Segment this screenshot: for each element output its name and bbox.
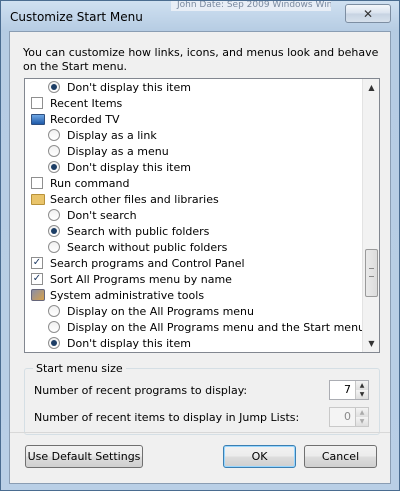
checkbox[interactable] (31, 97, 43, 109)
option-row[interactable]: Don't display this item (48, 79, 191, 95)
option-label: Don't search (67, 208, 137, 222)
scroll-thumb[interactable] (365, 249, 378, 297)
divider (10, 432, 390, 433)
dialog-body: You can customize how links, icons, and … (9, 31, 391, 484)
radio-button[interactable] (48, 81, 60, 93)
option-label: Search without public folders (67, 240, 228, 254)
radio-button[interactable] (48, 241, 60, 253)
tv-icon (31, 113, 45, 125)
scroll-up-icon: ▲ (368, 83, 375, 92)
option-row[interactable]: Recorded TV (31, 111, 120, 127)
option-row[interactable]: ✓ Search programs and Control Panel (31, 255, 245, 271)
option-row[interactable]: Display on the All Programs menu (48, 303, 254, 319)
list-scrollbar[interactable]: ▲ ▼ (362, 79, 379, 352)
recent-programs-value[interactable]: 7 (330, 381, 355, 399)
options-list[interactable]: Don't display this item Recent Items Recor… (24, 78, 380, 353)
spin-up-icon[interactable]: ▲ (356, 381, 368, 390)
option-row[interactable]: Recent Items (31, 95, 122, 111)
radio-button[interactable] (48, 145, 60, 157)
option-label: Recent Items (50, 96, 123, 110)
radio-button[interactable] (48, 129, 60, 141)
option-label: System administrative tools (50, 288, 205, 302)
ok-button[interactable]: OK (223, 445, 296, 468)
close-button[interactable]: ✕ (345, 4, 391, 23)
tools-icon (31, 289, 45, 301)
use-default-settings-button[interactable]: Use Default Settings (25, 445, 143, 468)
option-row[interactable]: Run command (31, 175, 130, 191)
option-label: Display as a link (67, 128, 157, 142)
folder-icon (31, 193, 45, 205)
option-label: Don't display this item (67, 336, 191, 350)
recent-items-value[interactable]: 0 (330, 408, 355, 426)
cancel-button[interactable]: Cancel (304, 445, 377, 468)
spin-down-icon[interactable]: ▼ (356, 417, 368, 426)
option-row[interactable]: Don't display this item (48, 335, 191, 351)
option-row[interactable]: Display on the All Programs menu and the… (48, 319, 365, 335)
option-row[interactable]: Display as a link (48, 127, 157, 143)
spin-down-icon[interactable]: ▼ (356, 390, 368, 399)
title-bar[interactable]: Customize Start Menu ✕ (1, 1, 399, 31)
group-label: Start menu size (33, 362, 126, 375)
close-icon: ✕ (362, 6, 374, 21)
recent-programs-spinner[interactable]: 7 ▲ ▼ (329, 380, 369, 400)
option-label: Search other files and libraries (50, 192, 219, 206)
scroll-up-button[interactable]: ▲ (363, 79, 379, 96)
radio-button[interactable] (48, 225, 60, 237)
option-label: Display as a menu (67, 144, 169, 158)
option-row[interactable]: Search other files and libraries (31, 191, 219, 207)
option-row[interactable]: Search with public folders (48, 223, 209, 239)
option-label: Don't display this item (67, 80, 191, 94)
checkbox[interactable]: ✓ (31, 273, 43, 285)
option-row[interactable]: Display as a menu (48, 143, 169, 159)
option-row[interactable]: ✓ Sort All Programs menu by name (31, 271, 232, 287)
option-label: Recorded TV (50, 112, 120, 126)
option-label: Run command (50, 176, 130, 190)
option-label: Search with public folders (67, 224, 210, 238)
radio-button[interactable] (48, 305, 60, 317)
recent-items-spinner[interactable]: 0 ▲ ▼ (329, 407, 369, 427)
recent-items-label: Number of recent items to display in Jum… (34, 411, 300, 424)
radio-button[interactable] (48, 337, 60, 349)
option-row[interactable]: Search without public folders (48, 239, 227, 255)
option-label: Display on the All Programs menu (67, 304, 254, 318)
radio-button[interactable] (48, 161, 60, 173)
scroll-down-icon: ▼ (368, 339, 375, 348)
grip-icon (369, 268, 374, 277)
intro-text: You can customize how links, icons, and … (23, 46, 379, 73)
radio-button[interactable] (48, 321, 60, 333)
recent-items-arrows: ▲ ▼ (355, 408, 368, 426)
window-title: Customize Start Menu (10, 10, 143, 24)
recent-programs-label: Number of recent programs to display: (34, 384, 248, 397)
customize-start-menu-dialog: John Date: Sep 2009 Windows Windows 7 Cu… (0, 0, 400, 491)
option-label: Search programs and Control Panel (50, 256, 245, 270)
start-menu-size-group: Start menu size Number of recent program… (24, 362, 380, 435)
radio-button[interactable] (48, 209, 60, 221)
option-label: Don't display this item (67, 160, 191, 174)
spin-up-icon[interactable]: ▲ (356, 408, 368, 417)
option-label: Sort All Programs menu by name (50, 272, 232, 286)
option-row[interactable]: System administrative tools (31, 287, 204, 303)
option-row[interactable]: Don't display this item (48, 159, 191, 175)
option-row[interactable]: Don't search (48, 207, 137, 223)
scroll-down-button[interactable]: ▼ (363, 335, 379, 352)
checkbox[interactable] (31, 177, 43, 189)
option-label: Display on the All Programs menu and the… (67, 320, 366, 334)
checkbox[interactable]: ✓ (31, 257, 43, 269)
recent-programs-arrows: ▲ ▼ (355, 381, 368, 399)
